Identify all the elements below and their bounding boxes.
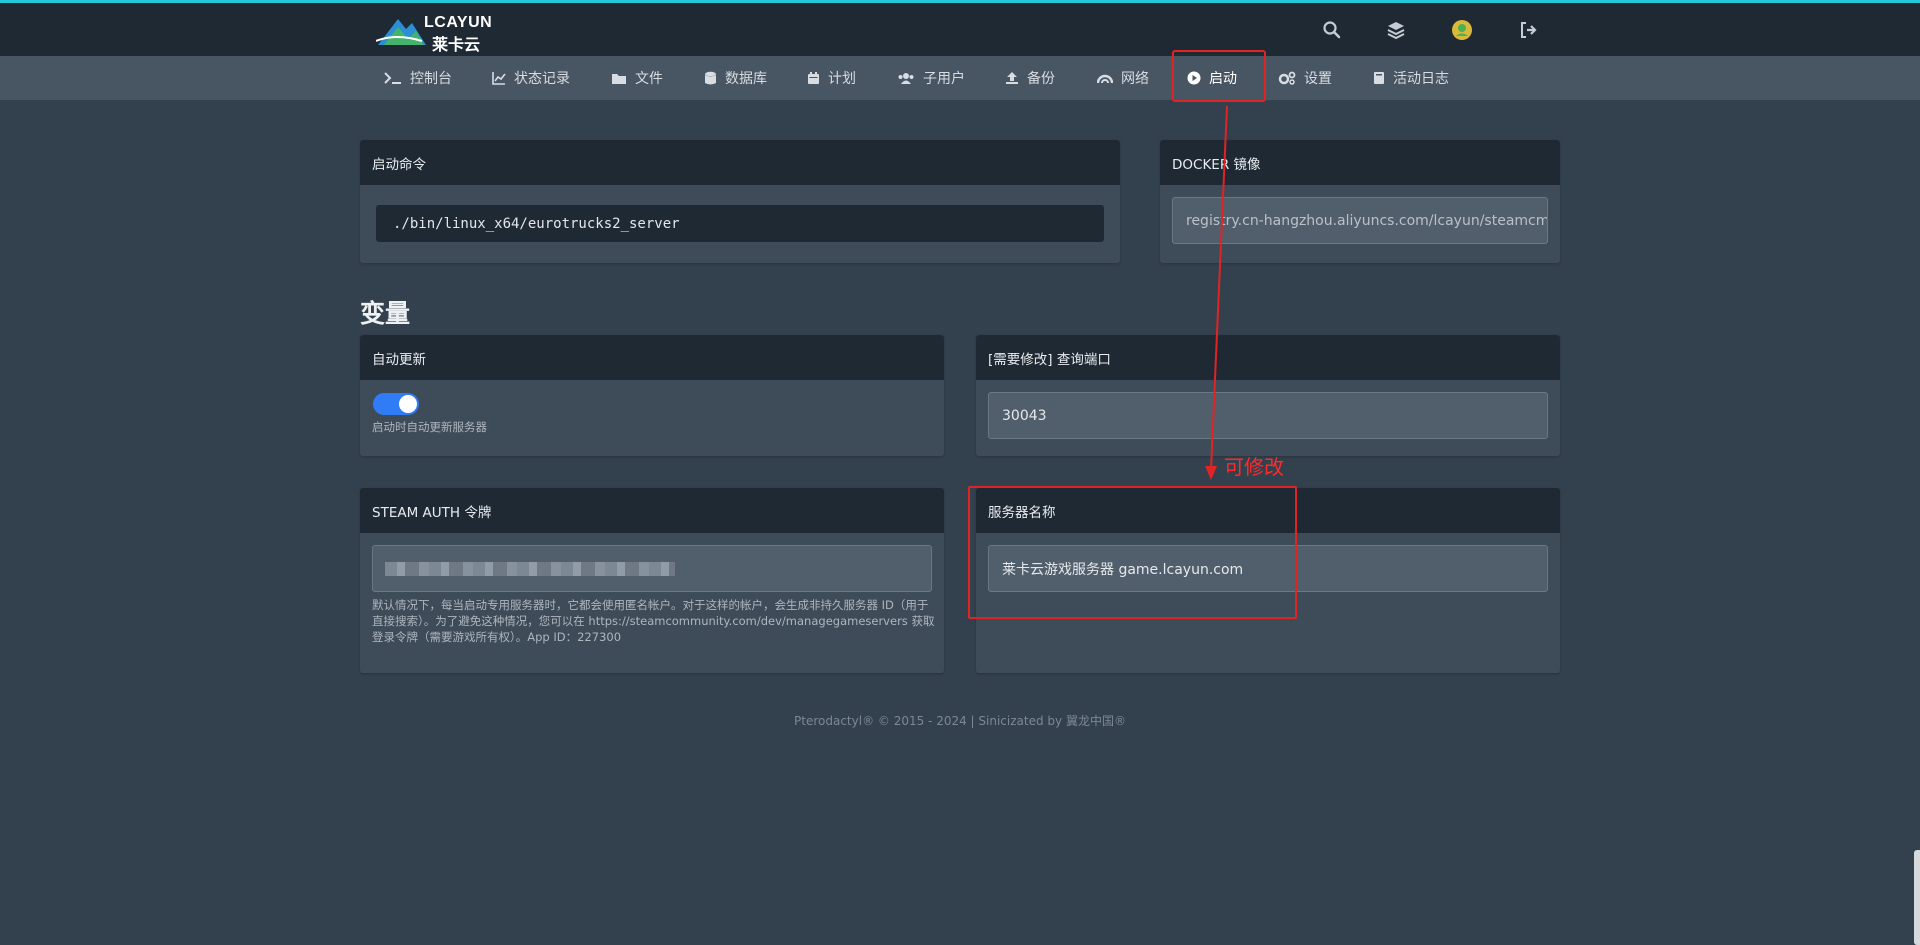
nav-activity[interactable]: 活动日志 xyxy=(1373,56,1449,100)
logo-text-cn: 莱卡云 xyxy=(432,35,481,54)
nav-label: 设置 xyxy=(1304,71,1332,87)
card-title: DOCKER 镜像 xyxy=(1160,140,1560,185)
search-icon[interactable] xyxy=(1320,18,1344,42)
card-title: [需要修改] 查询端口 xyxy=(976,335,1560,380)
nav-label: 网络 xyxy=(1121,71,1149,87)
sub-nav: 控制台 状态记录 文件 数据库 计划 子用户 备份 网络 启动 设置 活动日志 xyxy=(0,56,1920,100)
nav-schedules[interactable]: 计划 xyxy=(807,56,856,100)
scrollbar[interactable] xyxy=(1914,850,1920,945)
query-port-input[interactable]: 30043 xyxy=(988,392,1548,439)
nav-database[interactable]: 数据库 xyxy=(704,56,767,100)
nav-files[interactable]: 文件 xyxy=(611,56,663,100)
nav-network[interactable]: 网络 xyxy=(1097,56,1149,100)
nav-label: 控制台 xyxy=(410,71,452,87)
nav-label: 数据库 xyxy=(725,71,767,87)
layers-icon[interactable] xyxy=(1384,18,1408,42)
database-icon xyxy=(705,71,716,84)
cogs-icon xyxy=(1278,71,1296,85)
nav-stats[interactable]: 状态记录 xyxy=(492,56,570,100)
terminal-icon xyxy=(384,72,401,84)
nav-label: 活动日志 xyxy=(1393,71,1449,87)
card-title: 自动更新 xyxy=(360,335,944,380)
annotation-box-server-name xyxy=(968,486,1297,619)
startup-command: ./bin/linux_x64/eurotrucks2_server xyxy=(376,205,1104,242)
nav-subusers[interactable]: 子用户 xyxy=(897,56,965,100)
auto-update-toggle[interactable] xyxy=(373,393,419,415)
nav-backups[interactable]: 备份 xyxy=(1005,56,1055,100)
auto-update-card: 自动更新 启动时自动更新服务器 xyxy=(360,335,944,456)
steam-auth-input[interactable] xyxy=(372,545,932,592)
chart-icon xyxy=(492,72,506,85)
card-title: 启动命令 xyxy=(360,140,1120,185)
user-avatar-icon[interactable] xyxy=(1450,18,1474,42)
card-title: STEAM AUTH 令牌 xyxy=(360,488,944,533)
nav-label: 文件 xyxy=(635,71,663,87)
top-bar: LCAYUN 莱卡云 xyxy=(0,3,1920,56)
annotation-label: 可修改 xyxy=(1224,455,1284,479)
annotation-box-nav xyxy=(1172,50,1266,102)
steam-auth-card: STEAM AUTH 令牌 默认情况下，每当启动专用服务器时，它都会使用匿名帐户… xyxy=(360,488,944,673)
nav-label: 子用户 xyxy=(923,71,965,87)
redacted-token xyxy=(385,562,675,576)
docker-image-select[interactable]: registry.cn-hangzhou.aliyuncs.com/lcayun… xyxy=(1172,197,1548,244)
logout-icon[interactable] xyxy=(1516,18,1540,42)
auto-update-description: 启动时自动更新服务器 xyxy=(372,420,487,434)
logo-text: LCAYUN xyxy=(424,14,493,31)
query-port-card: [需要修改] 查询端口 30043 xyxy=(976,335,1560,456)
steam-auth-description: 默认情况下，每当启动专用服务器时，它都会使用匿名帐户。对于这样的帐户，会生成非持… xyxy=(372,598,935,644)
calendar-icon xyxy=(808,72,819,84)
users-icon xyxy=(898,72,914,84)
variables-title: 变量 xyxy=(360,299,411,328)
logo[interactable]: LCAYUN 莱卡云 xyxy=(376,11,516,54)
docker-image-card: DOCKER 镜像 registry.cn-hangzhou.aliyuncs.… xyxy=(1160,140,1560,263)
network-icon xyxy=(1097,74,1113,84)
nav-label: 计划 xyxy=(828,71,856,87)
upload-icon xyxy=(1006,72,1018,84)
startup-command-card: 启动命令 ./bin/linux_x64/eurotrucks2_server xyxy=(360,140,1120,263)
nav-settings[interactable]: 设置 xyxy=(1278,56,1332,100)
toggle-knob xyxy=(399,395,417,413)
footer: Pterodactyl® © 2015 - 2024 | Sinicizated… xyxy=(794,714,1126,728)
book-icon xyxy=(1374,72,1384,84)
nav-console[interactable]: 控制台 xyxy=(384,56,452,100)
nav-label: 备份 xyxy=(1027,71,1055,87)
folder-icon xyxy=(612,73,626,84)
nav-label: 状态记录 xyxy=(514,71,570,87)
